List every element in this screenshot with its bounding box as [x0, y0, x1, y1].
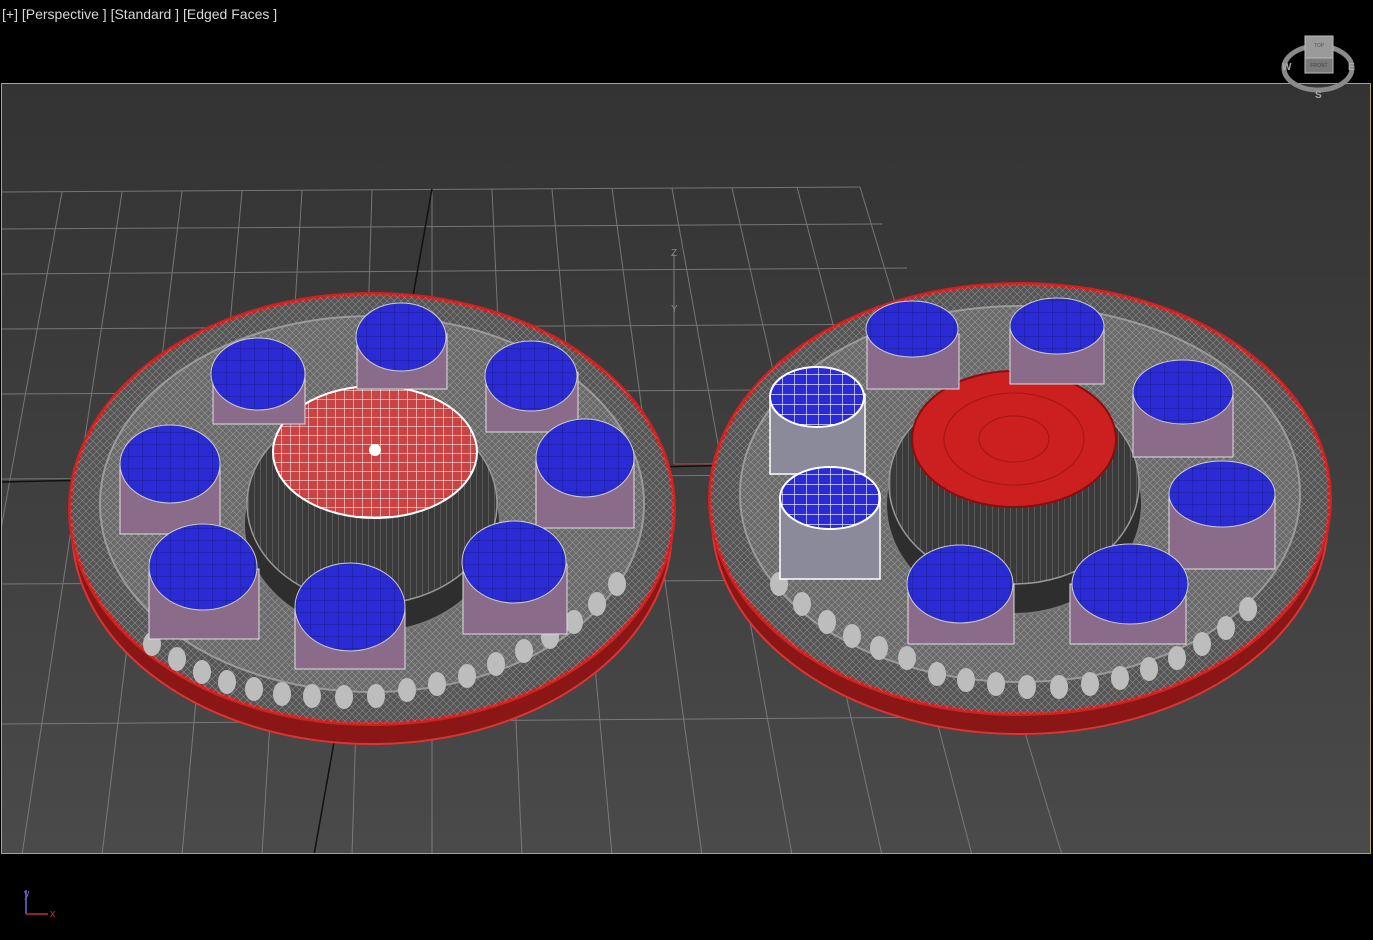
axis-tripod-y-label: y [24, 888, 30, 900]
viewport-shading-style-menu[interactable]: [Standard ] [111, 6, 180, 22]
scene-canvas[interactable]: Z Y [2, 84, 1371, 854]
selected-rollers[interactable] [769, 366, 881, 580]
world-axis-y-label: Y [671, 304, 678, 315]
axis-tripod-x-label: x [50, 908, 56, 920]
viewcube-top-label: TOP [1314, 43, 1325, 49]
viewport-view-menu[interactable]: [Perspective ] [22, 6, 107, 22]
left-disc-object[interactable] [68, 292, 676, 745]
compass-east-label: E [1348, 62, 1355, 73]
viewcube-front-label: FRONT [1310, 63, 1327, 69]
right-disc-object[interactable] [708, 282, 1332, 735]
axis-tripod: y x [24, 888, 56, 920]
compass-west-label: W [1282, 62, 1292, 73]
viewport-label-bar: [+] [Perspective ] [Standard ] [Edged Fa… [2, 6, 277, 22]
world-axis-z-label: Z [671, 248, 677, 259]
compass-south-label: S [1315, 90, 1322, 101]
right-hub-face[interactable] [911, 370, 1117, 508]
viewport-shading-mode-menu[interactable]: [Edged Faces ] [183, 6, 277, 22]
viewport-plus-menu[interactable]: [+] [2, 6, 18, 22]
perspective-viewport[interactable]: Z Y [1, 83, 1371, 854]
viewcube[interactable]: TOP FRONT W E S [1278, 30, 1358, 102]
